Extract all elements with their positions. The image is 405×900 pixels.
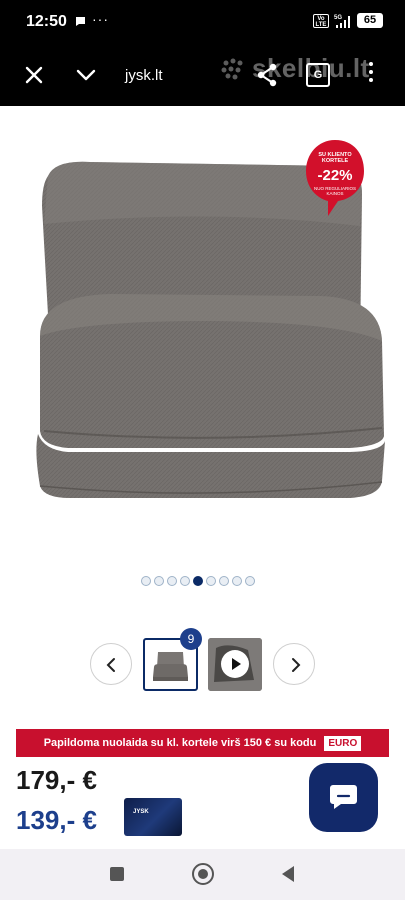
- message-icon: [76, 17, 85, 26]
- home-icon[interactable]: [192, 863, 214, 885]
- pager-dot[interactable]: [141, 576, 151, 586]
- watermark: skelbiu.lt: [220, 53, 370, 84]
- gallery-pager: [141, 576, 255, 586]
- product-page: SU KLIENTO KORTELE -22% NUO REGULIARIOS …: [0, 106, 405, 849]
- pager-dot[interactable]: [154, 576, 164, 586]
- close-icon[interactable]: [24, 65, 44, 85]
- pager-dot[interactable]: [219, 576, 229, 586]
- previous-image-button[interactable]: [90, 643, 132, 685]
- translate-icon[interactable]: G: [306, 63, 330, 87]
- system-nav-bar: [0, 849, 405, 900]
- discount-badge: SU KLIENTO KORTELE -22% NUO REGULIARIOS …: [306, 136, 378, 218]
- chevron-left-icon: [106, 658, 115, 672]
- chat-icon: [330, 785, 357, 809]
- status-icons: Vo LTE 5G 65: [313, 13, 383, 28]
- battery-icon: 65: [357, 13, 383, 28]
- browser-toolbar: jysk.lt skelbiu.lt G: [0, 44, 405, 106]
- regular-price: 179,- €: [16, 765, 97, 795]
- page-url[interactable]: jysk.lt: [125, 67, 163, 84]
- status-more-dots: ···: [92, 11, 109, 27]
- card-logo: JYSK: [133, 809, 149, 815]
- status-time: 12:50: [26, 13, 67, 30]
- network-label: 5G: [334, 15, 342, 21]
- pager-dot[interactable]: [180, 576, 190, 586]
- chevron-down-icon[interactable]: [76, 65, 96, 85]
- share-icon[interactable]: [256, 63, 278, 87]
- back-icon[interactable]: [282, 866, 294, 882]
- badge-percent: -22%: [317, 167, 353, 184]
- chat-button[interactable]: [309, 763, 378, 832]
- video-thumbnail[interactable]: [208, 638, 262, 691]
- promo-code: EURO: [324, 735, 362, 751]
- chevron-right-icon: [292, 658, 301, 672]
- pager-dot[interactable]: [232, 576, 242, 586]
- more-options-icon[interactable]: [368, 62, 374, 86]
- recent-apps-icon[interactable]: [110, 867, 124, 881]
- promo-banner[interactable]: Papildoma nuolaida su kl. kortele virš 1…: [16, 729, 389, 757]
- next-image-button[interactable]: [273, 643, 315, 685]
- watermark-logo-icon: [221, 58, 243, 79]
- member-card-image: JYSK: [124, 798, 182, 836]
- pager-dot[interactable]: [245, 576, 255, 586]
- signal-icon: 5G: [334, 15, 350, 28]
- image-count-badge: 9: [180, 628, 202, 650]
- play-icon: [221, 650, 249, 678]
- pager-dot[interactable]: [206, 576, 216, 586]
- badge-bottom-text: NUO REGULIARIOS KAINOS: [313, 186, 356, 196]
- volte-icon: Vo LTE: [313, 13, 329, 28]
- pager-dot-active[interactable]: [193, 576, 203, 586]
- promo-text: Papildoma nuolaida su kl. kortele virš 1…: [43, 737, 317, 749]
- thumbnail-row: 9: [0, 628, 405, 696]
- member-price: 139,- €: [16, 805, 97, 835]
- pager-dot[interactable]: [167, 576, 177, 586]
- badge-top-text: SU KLIENTO KORTELE: [318, 152, 352, 164]
- status-bar: 12:50 ··· Vo LTE 5G 65: [0, 0, 405, 44]
